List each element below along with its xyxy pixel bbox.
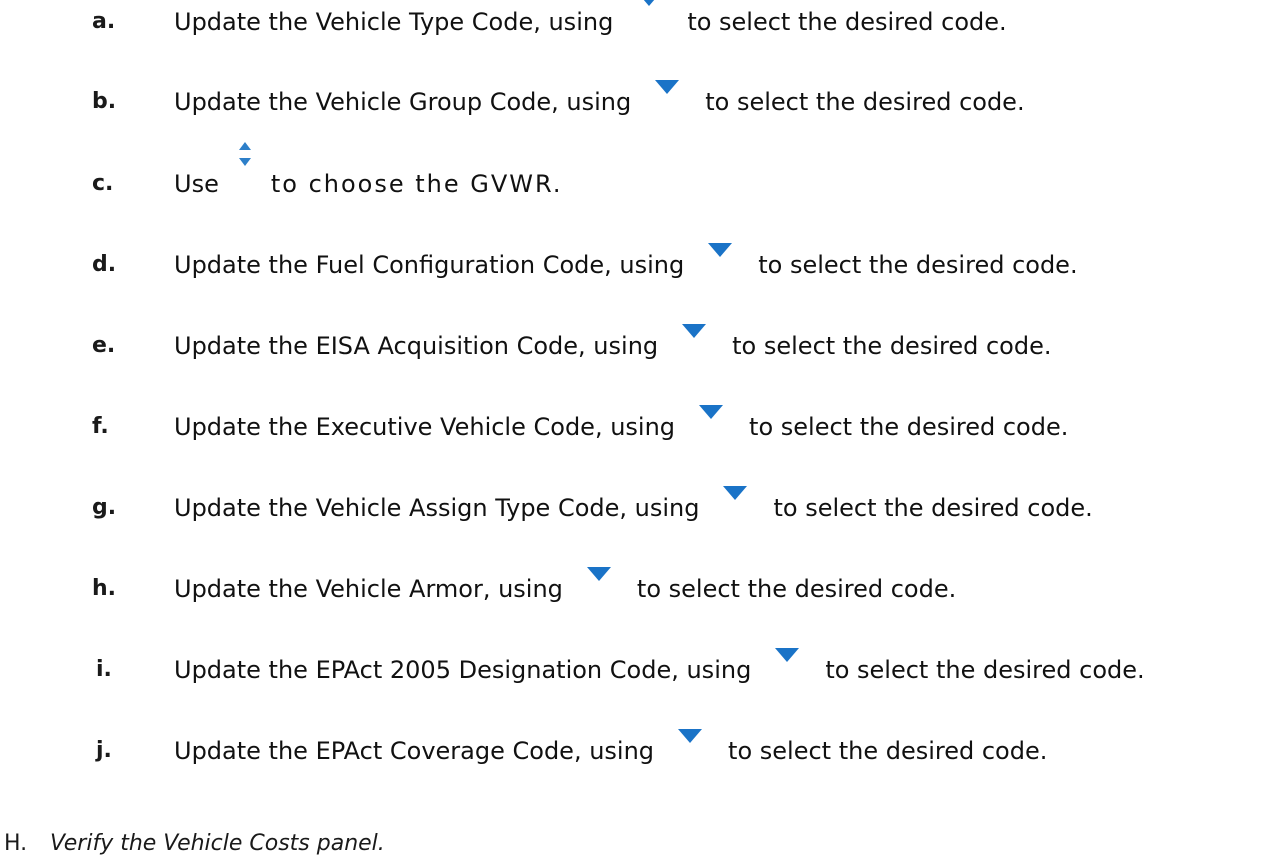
step-text-before: Update the Vehicle Armor, using (174, 575, 563, 603)
step-text: Update the EPAct 2005 Designation Code, … (174, 648, 1145, 690)
spinner-arrows-icon (219, 142, 271, 204)
step-text-before: Update the EISA Acquisition Code, using (174, 332, 659, 360)
dropdown-arrow-icon (631, 80, 705, 122)
section-heading: H. Verify the Vehicle Costs panel. (4, 826, 1204, 866)
step-text: Update the Fuel Configuration Code, usin… (174, 243, 1078, 285)
step-text-after: to select the desired code. (773, 494, 1093, 522)
step-letter: b. (92, 89, 117, 114)
step-d: d. Update the Fuel Configuration Code, u… (0, 243, 1283, 285)
step-letter: g. (92, 495, 117, 520)
step-text: Update the Vehicle Armor, using to selec… (174, 567, 957, 609)
step-text-before: Update the EPAct 2005 Designation Code, … (174, 656, 752, 684)
dropdown-arrow-icon (613, 0, 687, 42)
step-g: g. Update the Vehicle Assign Type Code, … (0, 486, 1283, 528)
step-e: e. Update the EISA Acquisition Code, usi… (0, 324, 1283, 366)
step-text-after: to select the desired code. (687, 8, 1007, 36)
dropdown-arrow-icon (654, 729, 728, 771)
step-text-after: to select the desired code. (732, 332, 1052, 360)
step-f: f. Update the Executive Vehicle Code, us… (0, 405, 1283, 447)
step-letter: e. (92, 333, 116, 358)
step-text: Update the Vehicle Assign Type Code, usi… (174, 486, 1093, 528)
step-text: Use to choose the GVWR. (174, 142, 563, 204)
step-letter: i. (96, 657, 112, 682)
dropdown-arrow-icon (751, 648, 825, 690)
step-text-before: Update the EPAct Coverage Code, using (174, 737, 655, 765)
dropdown-arrow-icon (699, 486, 773, 528)
step-letter: a. (92, 9, 116, 34)
step-text-before: Update the Executive Vehicle Code, using (174, 413, 676, 441)
instruction-document: a. Update the Vehicle Type Code, using t… (0, 0, 1283, 865)
step-letter: c. (92, 171, 114, 196)
step-c: c. Use to choose the GVWR. (0, 142, 1283, 204)
section-title: Verify the Vehicle Costs panel. (50, 831, 385, 856)
step-text-after: to select the desired code. (636, 575, 957, 603)
step-text-after: to choose the GVWR. (270, 170, 563, 198)
step-text-after: to select the desired code. (758, 251, 1078, 279)
step-letter: d. (92, 252, 117, 277)
step-text: Update the Vehicle Type Code, using to s… (174, 0, 1007, 42)
step-letter: f. (92, 414, 109, 439)
step-text-after: to select the desired code. (825, 656, 1145, 684)
step-text-before: Update the Vehicle Group Code, using (174, 88, 632, 116)
dropdown-arrow-icon (658, 324, 732, 366)
section-number: H. (4, 831, 28, 856)
step-letter: j. (96, 738, 112, 763)
step-text-before: Update the Vehicle Assign Type Code, usi… (174, 494, 700, 522)
step-text-before: Update the Vehicle Type Code, using (174, 8, 614, 36)
step-text: Update the Executive Vehicle Code, using… (174, 405, 1069, 447)
step-text-before: Use (174, 170, 219, 198)
step-text-after: to select the desired code. (728, 737, 1048, 765)
step-text-before: Update the Fuel Configuration Code, usin… (174, 251, 685, 279)
step-i: i. Update the EPAct 2005 Designation Cod… (0, 648, 1283, 690)
step-text-after: to select the desired code. (705, 88, 1025, 116)
step-b: b. Update the Vehicle Group Code, using … (0, 80, 1283, 122)
step-text-after: to select the desired code. (749, 413, 1069, 441)
dropdown-arrow-icon (684, 243, 758, 285)
step-text: Update the EISA Acquisition Code, using … (174, 324, 1052, 366)
step-a: a. Update the Vehicle Type Code, using t… (0, 0, 1283, 42)
step-letter: h. (92, 576, 117, 601)
step-j: j. Update the EPAct Coverage Code, using… (0, 729, 1283, 771)
dropdown-arrow-icon (563, 567, 637, 609)
dropdown-arrow-icon (675, 405, 749, 447)
step-text: Update the EPAct Coverage Code, using to… (174, 729, 1048, 771)
step-text: Update the Vehicle Group Code, using to … (174, 80, 1025, 122)
step-h: h. Update the Vehicle Armor, using to se… (0, 567, 1283, 609)
